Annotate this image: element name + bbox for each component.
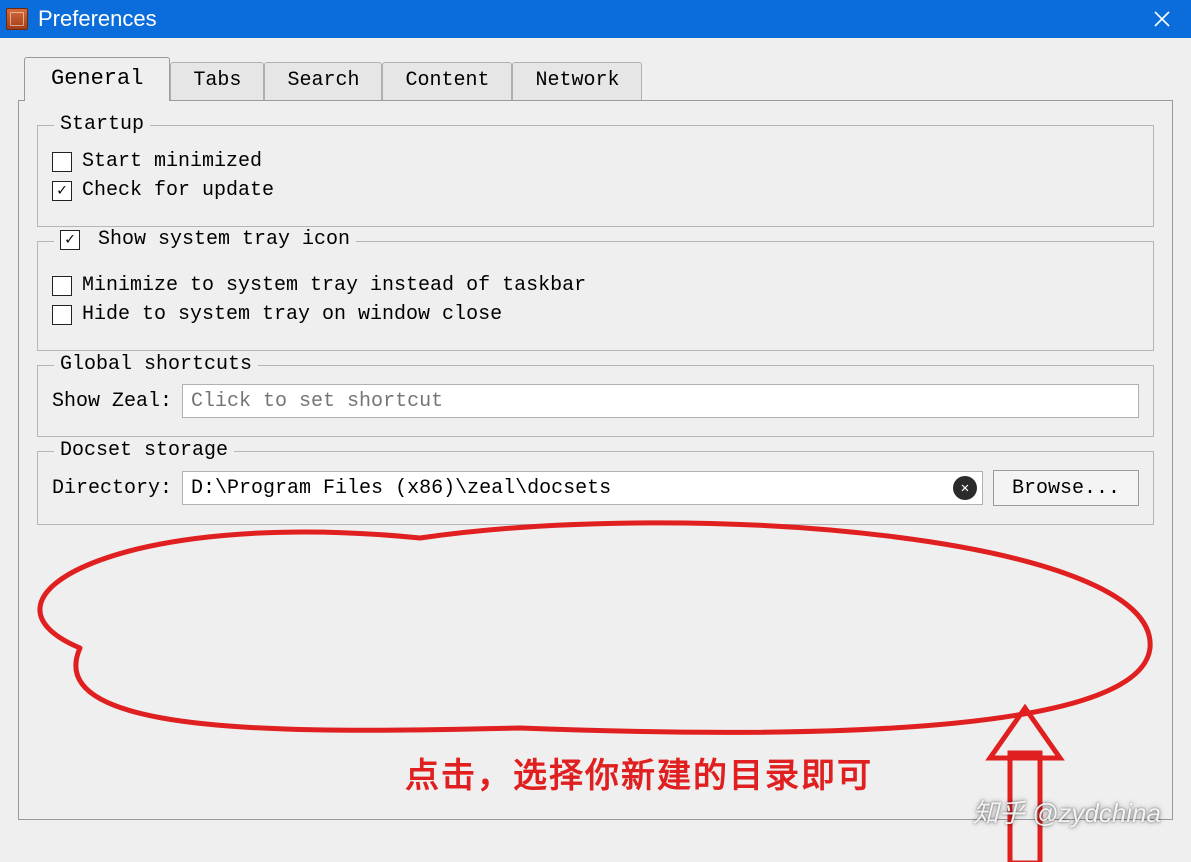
- checkbox-hide-on-close[interactable]: [52, 305, 72, 325]
- row-directory: Directory: ✕ Browse...: [52, 470, 1139, 506]
- checkbox-start-minimized[interactable]: [52, 152, 72, 172]
- titlebar: Preferences: [0, 0, 1191, 38]
- label-start-minimized: Start minimized: [82, 150, 262, 173]
- tab-content[interactable]: Content: [382, 62, 512, 100]
- group-docset-legend: Docset storage: [54, 439, 234, 462]
- label-directory: Directory:: [52, 477, 172, 500]
- group-systray: Show system tray icon Minimize to system…: [37, 241, 1154, 351]
- browse-button[interactable]: Browse...: [993, 470, 1139, 506]
- close-button[interactable]: [1139, 0, 1185, 38]
- directory-input-wrap: ✕: [182, 471, 983, 505]
- row-hide-on-close[interactable]: Hide to system tray on window close: [52, 303, 1139, 326]
- row-minimize-tray[interactable]: Minimize to system tray instead of taskb…: [52, 274, 1139, 297]
- group-shortcuts: Global shortcuts Show Zeal:: [37, 365, 1154, 437]
- input-directory[interactable]: [182, 471, 983, 505]
- label-minimize-tray: Minimize to system tray instead of taskb…: [82, 274, 586, 297]
- checkbox-minimize-tray[interactable]: [52, 276, 72, 296]
- preferences-body: General Tabs Search Content Network Star…: [0, 38, 1191, 862]
- window-title: Preferences: [38, 6, 157, 32]
- clear-directory-icon[interactable]: ✕: [953, 476, 977, 500]
- group-systray-legend[interactable]: Show system tray icon: [54, 228, 356, 251]
- checkbox-check-update[interactable]: [52, 181, 72, 201]
- group-docset-storage: Docset storage Directory: ✕ Browse...: [37, 451, 1154, 525]
- tab-search[interactable]: Search: [264, 62, 382, 100]
- close-icon: [1154, 11, 1170, 27]
- input-show-zeal-shortcut[interactable]: [182, 384, 1139, 418]
- tab-panel-general: Startup Start minimized Check for update…: [18, 100, 1173, 820]
- app-icon: [6, 8, 28, 30]
- tabstrip: General Tabs Search Content Network: [24, 56, 1173, 100]
- row-show-zeal: Show Zeal:: [52, 384, 1139, 418]
- label-check-update: Check for update: [82, 179, 274, 202]
- checkbox-show-tray[interactable]: [60, 230, 80, 250]
- label-show-zeal: Show Zeal:: [52, 390, 172, 413]
- group-startup: Startup Start minimized Check for update: [37, 125, 1154, 227]
- group-startup-legend: Startup: [54, 113, 150, 136]
- tab-network[interactable]: Network: [512, 62, 642, 100]
- tab-general[interactable]: General: [24, 57, 170, 101]
- row-start-minimized[interactable]: Start minimized: [52, 150, 1139, 173]
- group-shortcuts-legend: Global shortcuts: [54, 353, 258, 376]
- row-check-update[interactable]: Check for update: [52, 179, 1139, 202]
- tab-tabs[interactable]: Tabs: [170, 62, 264, 100]
- label-hide-on-close: Hide to system tray on window close: [82, 303, 502, 326]
- label-show-tray: Show system tray icon: [98, 228, 350, 251]
